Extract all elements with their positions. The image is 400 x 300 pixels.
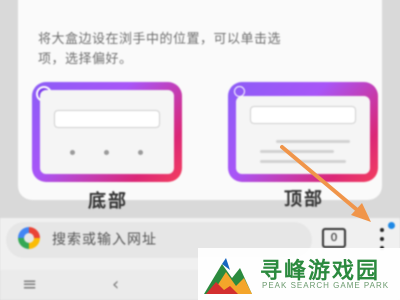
watermark-subtitle: PEAK SEARCH GAME PARK [262, 281, 390, 290]
arrow-shaft [280, 145, 364, 216]
mountain-logo [204, 258, 252, 294]
